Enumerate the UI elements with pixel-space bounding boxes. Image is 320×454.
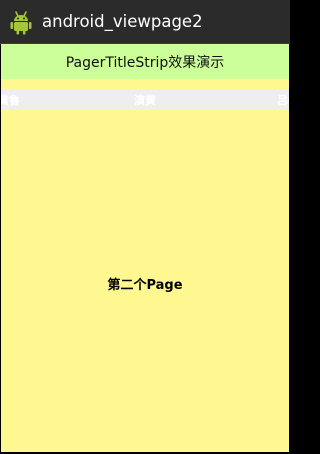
- page-text: 第二个Page: [107, 278, 183, 293]
- strip-title-next[interactable]: 吕保: [277, 92, 289, 108]
- view-pager-page[interactable]: 第二个Page: [1, 110, 289, 452]
- app-title: android_viewpage2: [42, 12, 203, 31]
- strip-title-current: 演黄: [134, 94, 156, 107]
- action-bar: android_viewpage2: [0, 0, 290, 44]
- activity-content: PagerTitleStrip效果演示 黄鲁 演黄 吕保 第二个Page: [1, 44, 289, 452]
- header-bar: PagerTitleStrip效果演示: [1, 44, 289, 79]
- android-robot-icon: [8, 9, 34, 35]
- pager-title-strip[interactable]: 黄鲁 演黄 吕保: [1, 89, 289, 110]
- header-title: PagerTitleStrip效果演示: [65, 54, 225, 71]
